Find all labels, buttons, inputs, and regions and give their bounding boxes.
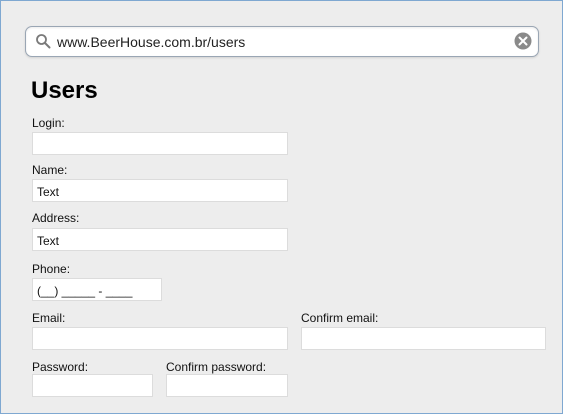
login-field[interactable] bbox=[32, 132, 288, 155]
search-icon bbox=[36, 34, 51, 49]
confirm-email-label: Confirm email: bbox=[301, 311, 379, 325]
browser-window: www.BeerHouse.com.br/users Users Login: … bbox=[0, 0, 563, 414]
address-label: Address: bbox=[32, 211, 80, 225]
address-bar[interactable]: www.BeerHouse.com.br/users bbox=[25, 26, 539, 57]
name-field[interactable]: Text bbox=[32, 179, 288, 202]
confirm-password-field[interactable] bbox=[166, 374, 288, 397]
address-field[interactable]: Text bbox=[32, 228, 288, 251]
email-field[interactable] bbox=[32, 327, 288, 350]
login-label: Login: bbox=[32, 116, 65, 130]
email-label: Email: bbox=[32, 311, 66, 325]
confirm-email-field[interactable] bbox=[301, 327, 546, 350]
phone-field[interactable]: (__) _____ - ____ bbox=[32, 278, 162, 301]
page-title: Users bbox=[31, 77, 98, 104]
confirm-password-label: Confirm password: bbox=[166, 360, 267, 374]
password-field[interactable] bbox=[32, 374, 153, 397]
name-label: Name: bbox=[32, 163, 68, 177]
clear-icon[interactable] bbox=[514, 32, 532, 50]
password-label: Password: bbox=[32, 360, 89, 374]
phone-label: Phone: bbox=[32, 262, 71, 276]
url-text[interactable]: www.BeerHouse.com.br/users bbox=[57, 34, 245, 50]
